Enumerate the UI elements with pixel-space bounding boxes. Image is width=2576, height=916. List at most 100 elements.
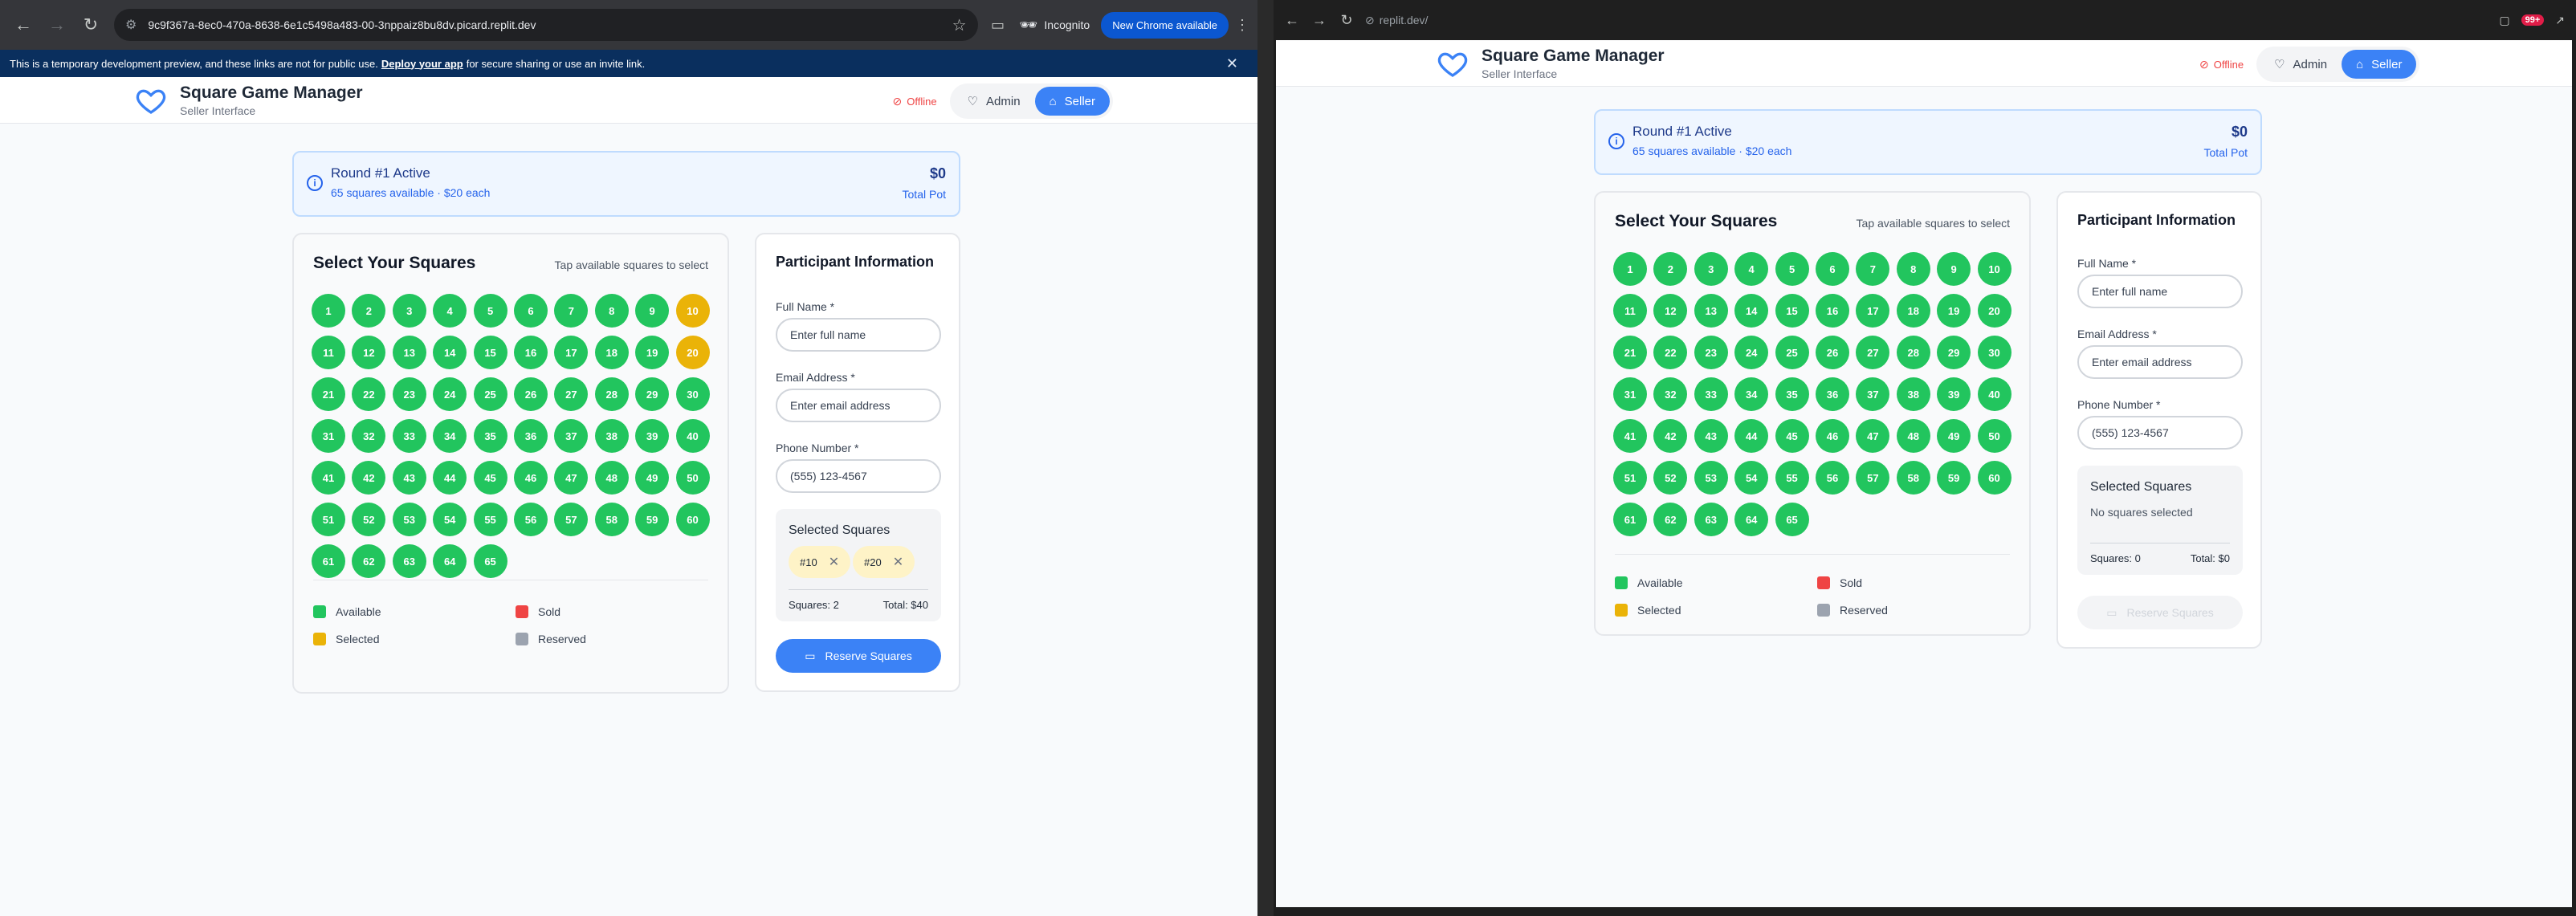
square-51[interactable]: 51	[1613, 461, 1647, 495]
square-55[interactable]: 55	[473, 503, 507, 536]
square-42[interactable]: 42	[352, 461, 386, 495]
square-45[interactable]: 45	[473, 461, 507, 495]
square-38[interactable]: 38	[1896, 377, 1930, 411]
square-27[interactable]: 27	[1856, 336, 1890, 369]
back-icon[interactable]: ←	[1283, 10, 1301, 31]
reserve-squares-button[interactable]: ▭ Reserve Squares	[2077, 596, 2243, 629]
square-22[interactable]: 22	[1653, 336, 1688, 369]
square-19[interactable]: 19	[635, 336, 670, 369]
square-28[interactable]: 28	[1896, 336, 1930, 369]
square-2[interactable]: 2	[352, 294, 386, 328]
square-37[interactable]: 37	[554, 419, 589, 453]
square-37[interactable]: 37	[1856, 377, 1890, 411]
square-10[interactable]: 10	[1977, 252, 2011, 286]
square-16[interactable]: 16	[1815, 294, 1849, 328]
phone-input[interactable]	[776, 459, 941, 493]
square-26[interactable]: 26	[1815, 336, 1849, 369]
square-60[interactable]: 60	[1977, 461, 2011, 495]
square-57[interactable]: 57	[1856, 461, 1890, 495]
square-5[interactable]: 5	[473, 294, 507, 328]
notification-badge[interactable]: 99+	[2521, 14, 2545, 26]
square-3[interactable]: 3	[392, 294, 426, 328]
square-14[interactable]: 14	[433, 336, 467, 369]
square-58[interactable]: 58	[594, 503, 629, 536]
square-56[interactable]: 56	[513, 503, 548, 536]
square-2[interactable]: 2	[1653, 252, 1688, 286]
back-icon[interactable]: ←	[13, 14, 34, 35]
close-icon[interactable]: ✕	[1226, 55, 1238, 72]
square-47[interactable]: 47	[554, 461, 589, 495]
square-46[interactable]: 46	[513, 461, 548, 495]
square-1[interactable]: 1	[1613, 252, 1647, 286]
square-57[interactable]: 57	[554, 503, 589, 536]
square-15[interactable]: 15	[1775, 294, 1809, 328]
admin-tab[interactable]: ♡ Admin	[2260, 50, 2342, 79]
square-62[interactable]: 62	[1653, 503, 1688, 536]
square-49[interactable]: 49	[635, 461, 670, 495]
square-20[interactable]: 20	[675, 336, 710, 369]
square-63[interactable]: 63	[1694, 503, 1728, 536]
square-53[interactable]: 53	[1694, 461, 1728, 495]
full-name-input[interactable]	[776, 318, 941, 352]
square-7[interactable]: 7	[554, 294, 589, 328]
new-chrome-button[interactable]: New Chrome available	[1101, 11, 1229, 39]
square-53[interactable]: 53	[392, 503, 426, 536]
square-26[interactable]: 26	[513, 377, 548, 411]
admin-tab[interactable]: ♡ Admin	[953, 87, 1035, 116]
site-info-icon[interactable]: ⚙	[125, 17, 137, 33]
square-35[interactable]: 35	[473, 419, 507, 453]
square-38[interactable]: 38	[594, 419, 629, 453]
square-3[interactable]: 3	[1694, 252, 1728, 286]
square-34[interactable]: 34	[433, 419, 467, 453]
full-name-input[interactable]	[2077, 275, 2243, 308]
square-8[interactable]: 8	[1896, 252, 1930, 286]
square-54[interactable]: 54	[1734, 461, 1769, 495]
square-7[interactable]: 7	[1856, 252, 1890, 286]
square-65[interactable]: 65	[1775, 503, 1809, 536]
square-36[interactable]: 36	[513, 419, 548, 453]
menu-kebab-icon[interactable]: ⋮	[1235, 17, 1249, 34]
square-32[interactable]: 32	[352, 419, 386, 453]
deploy-link[interactable]: Deploy your app	[381, 58, 463, 70]
square-34[interactable]: 34	[1734, 377, 1769, 411]
square-11[interactable]: 11	[312, 336, 345, 369]
email-input[interactable]	[2077, 345, 2243, 379]
square-17[interactable]: 17	[554, 336, 589, 369]
square-15[interactable]: 15	[473, 336, 507, 369]
square-55[interactable]: 55	[1775, 461, 1809, 495]
square-60[interactable]: 60	[675, 503, 710, 536]
square-23[interactable]: 23	[1694, 336, 1728, 369]
square-21[interactable]: 21	[1613, 336, 1647, 369]
square-9[interactable]: 9	[1937, 252, 1971, 286]
square-12[interactable]: 12	[1653, 294, 1688, 328]
reserve-squares-button[interactable]: ▭ Reserve Squares	[776, 639, 941, 673]
address-bar[interactable]: ⚙ 9c9f367a-8ec0-470a-8638-6e1c5498a483-0…	[114, 9, 978, 41]
square-54[interactable]: 54	[433, 503, 467, 536]
square-18[interactable]: 18	[594, 336, 629, 369]
square-12[interactable]: 12	[352, 336, 386, 369]
square-25[interactable]: 25	[473, 377, 507, 411]
square-33[interactable]: 33	[392, 419, 426, 453]
square-62[interactable]: 62	[352, 544, 386, 578]
square-39[interactable]: 39	[635, 419, 670, 453]
square-52[interactable]: 52	[1653, 461, 1688, 495]
square-13[interactable]: 13	[1694, 294, 1728, 328]
forward-icon[interactable]: →	[47, 14, 67, 35]
square-33[interactable]: 33	[1694, 377, 1728, 411]
email-input[interactable]	[776, 389, 941, 422]
seller-tab[interactable]: ⌂ Seller	[1034, 87, 1110, 116]
square-61[interactable]: 61	[1613, 503, 1647, 536]
square-43[interactable]: 43	[392, 461, 426, 495]
square-13[interactable]: 13	[392, 336, 426, 369]
chat-icon[interactable]: ▢	[2499, 14, 2509, 27]
square-36[interactable]: 36	[1815, 377, 1849, 411]
square-22[interactable]: 22	[352, 377, 386, 411]
square-30[interactable]: 30	[1977, 336, 2011, 369]
incognito-indicator[interactable]: 🕶 Incognito	[1020, 17, 1090, 34]
square-19[interactable]: 19	[1937, 294, 1971, 328]
square-24[interactable]: 24	[433, 377, 467, 411]
square-6[interactable]: 6	[513, 294, 548, 328]
square-58[interactable]: 58	[1896, 461, 1930, 495]
square-39[interactable]: 39	[1937, 377, 1971, 411]
phone-input[interactable]	[2077, 416, 2243, 450]
